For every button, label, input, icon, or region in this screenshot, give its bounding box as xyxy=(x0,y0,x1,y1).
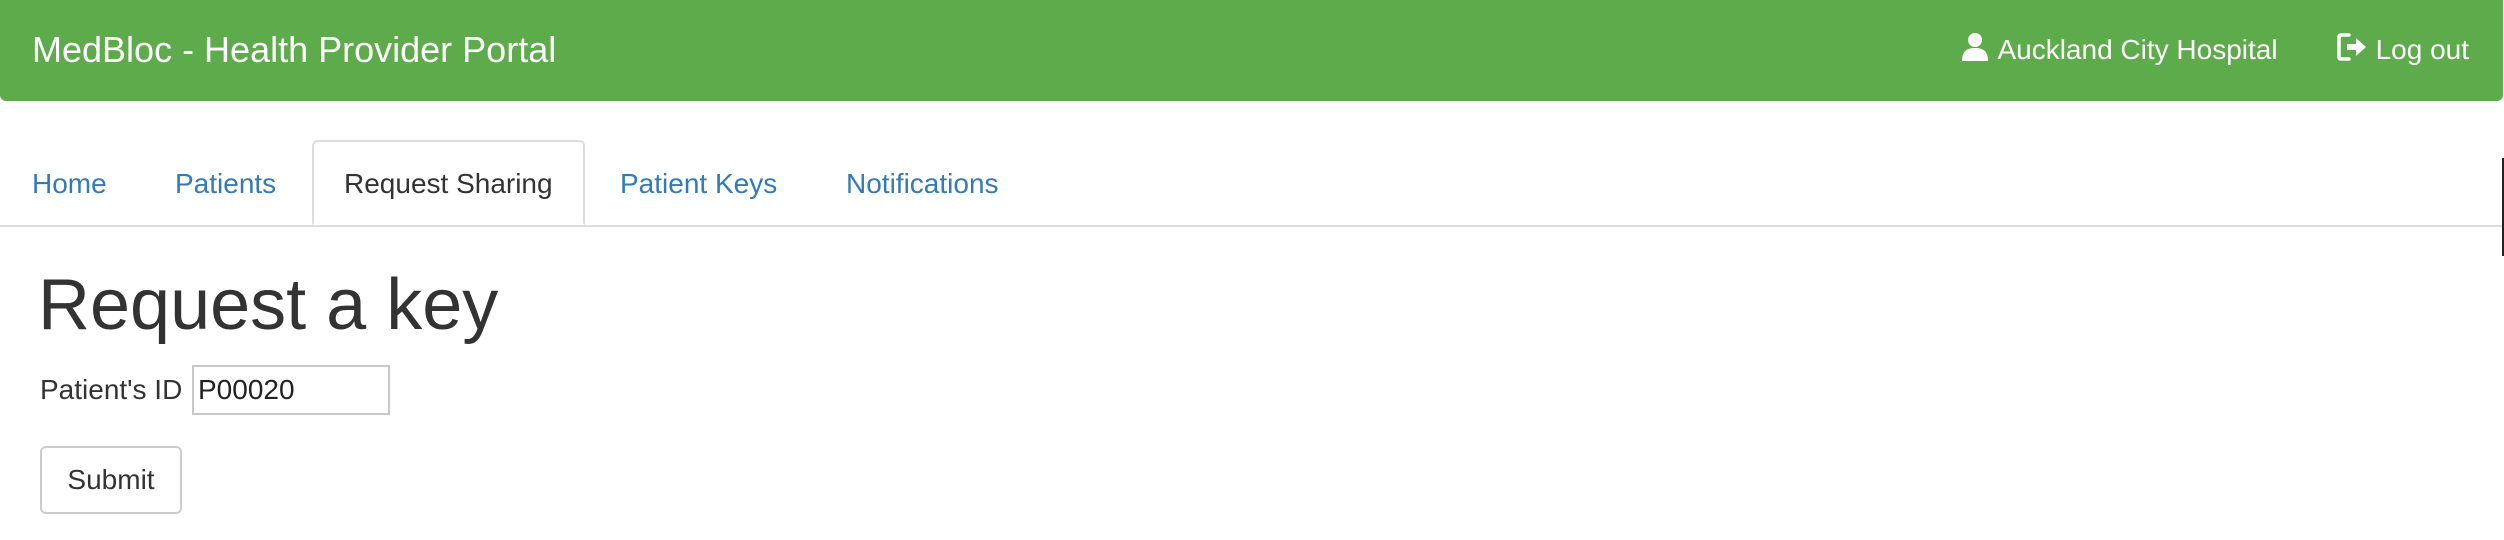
top-navbar: MedBloc - Health Provider Portal Aucklan… xyxy=(0,0,2503,101)
nav-tabs: Home Patients Request Sharing Patient Ke… xyxy=(0,140,2504,227)
tab-patients[interactable]: Patients xyxy=(175,140,276,225)
brand-title[interactable]: MedBloc - Health Provider Portal xyxy=(32,26,556,74)
hospital-name: Auckland City Hospital xyxy=(1997,34,2278,65)
logout-label: Log out xyxy=(2375,34,2469,65)
hospital-user-link[interactable]: Auckland City Hospital xyxy=(1961,32,2278,69)
log-out-icon xyxy=(2336,32,2376,69)
tab-home[interactable]: Home xyxy=(32,140,107,225)
tab-patient-keys[interactable]: Patient Keys xyxy=(620,140,777,225)
page-title: Request a key xyxy=(38,265,499,345)
user-icon xyxy=(1961,32,1997,69)
tab-request-sharing[interactable]: Request Sharing xyxy=(312,140,585,225)
submit-button[interactable]: Submit xyxy=(40,446,182,514)
logout-link[interactable]: Log out xyxy=(2336,32,2469,69)
navbar-right: Auckland City Hospital Log out xyxy=(1961,28,2469,72)
tab-notifications[interactable]: Notifications xyxy=(846,140,999,225)
patient-id-input[interactable] xyxy=(192,365,390,415)
patient-id-label: Patient's ID xyxy=(40,374,183,405)
